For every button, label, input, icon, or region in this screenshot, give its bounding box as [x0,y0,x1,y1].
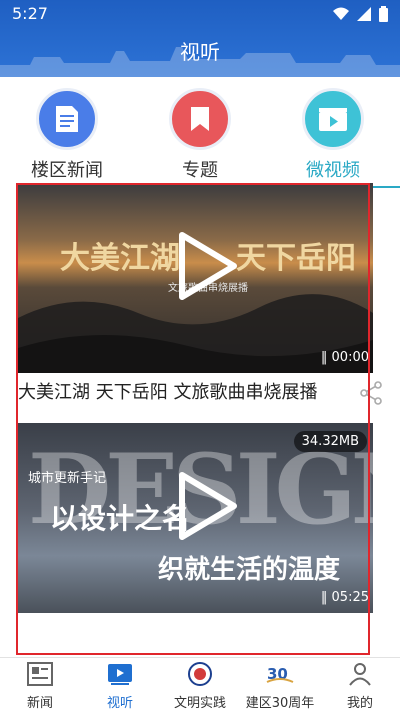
video-feed[interactable]: 大美江湖 天下岳阳 文旅歌曲串烧展播 ‖ 00:00 大美江湖 天下岳阳 文旅歌… [18,183,373,655]
video-caption[interactable]: 大美江湖 天下岳阳 文旅歌曲串烧展播 [18,373,358,423]
app-header: 5:27 视听 [0,0,400,77]
play-icon[interactable] [178,471,238,541]
duration-text: 05:25 [331,590,369,605]
signal-icon [357,7,371,21]
user-icon [349,663,371,686]
category-row: 楼区新闻 专题 微视频 [0,88,400,188]
tab-news[interactable]: 新闻 [0,658,80,712]
video-clapper-icon [302,88,364,150]
tab-label: 新闻 [26,696,53,711]
tab-civilization-practice[interactable]: 文明实践 [160,658,240,712]
civilization-emblem-icon [188,662,212,686]
category-topics[interactable]: 专题 [145,88,255,182]
status-bar: 5:27 [12,4,388,26]
category-micro-video[interactable]: 微视频 [278,88,388,182]
newspaper-icon [27,662,53,686]
category-district-news[interactable]: 楼区新闻 [12,88,122,182]
tab-label: 文明实践 [173,696,226,711]
tab-profile[interactable]: 我的 [320,658,400,712]
overlay-small-text: 城市更新手记 [28,471,107,486]
news-document-icon [36,88,98,150]
battery-icon [379,6,388,22]
duration-text: 00:00 [331,350,369,365]
anniversary-logo-icon: 30 [266,665,294,683]
wifi-icon [333,7,349,20]
share-icon[interactable] [358,380,384,406]
bottom-tab-bar: 新闻 视听 文明实践 30 建区30周年 我的 [0,657,400,712]
volume-icon: ‖ [320,350,332,365]
bookmark-icon [169,88,231,150]
overlay-title-right: 天下岳阳 [236,241,356,276]
tab-label: 建区30周年 [245,696,315,711]
tab-audiovisual[interactable]: 视听 [80,658,160,712]
overlay-title-left: 大美江湖 [60,241,180,276]
status-time: 5:27 [12,4,48,23]
video-thumbnail[interactable]: DESIGN 城市更新手记 以设计之名 织就生活的温度 34.32MB ‖ 05… [18,423,373,613]
page-title: 视听 [180,40,220,64]
volume-icon: ‖ [320,590,332,605]
video-duration: ‖ 00:00 [321,350,369,365]
category-label: 楼区新闻 [31,160,103,181]
video-duration: ‖ 05:25 [321,590,369,605]
overlay-line1: 以设计之名 [50,502,191,535]
tab-30th-anniversary[interactable]: 30 建区30周年 [240,658,320,712]
video-play-icon [108,664,132,685]
tab-label: 视听 [106,696,133,711]
file-size-badge: 34.32MB [293,431,367,452]
video-thumbnail[interactable]: 大美江湖 天下岳阳 文旅歌曲串烧展播 ‖ 00:00 [18,183,373,373]
category-label: 专题 [182,160,218,181]
play-icon[interactable] [178,231,238,301]
overlay-line2: 织就生活的温度 [158,555,341,585]
category-label: 微视频 [306,160,360,181]
tab-label: 我的 [346,696,373,711]
